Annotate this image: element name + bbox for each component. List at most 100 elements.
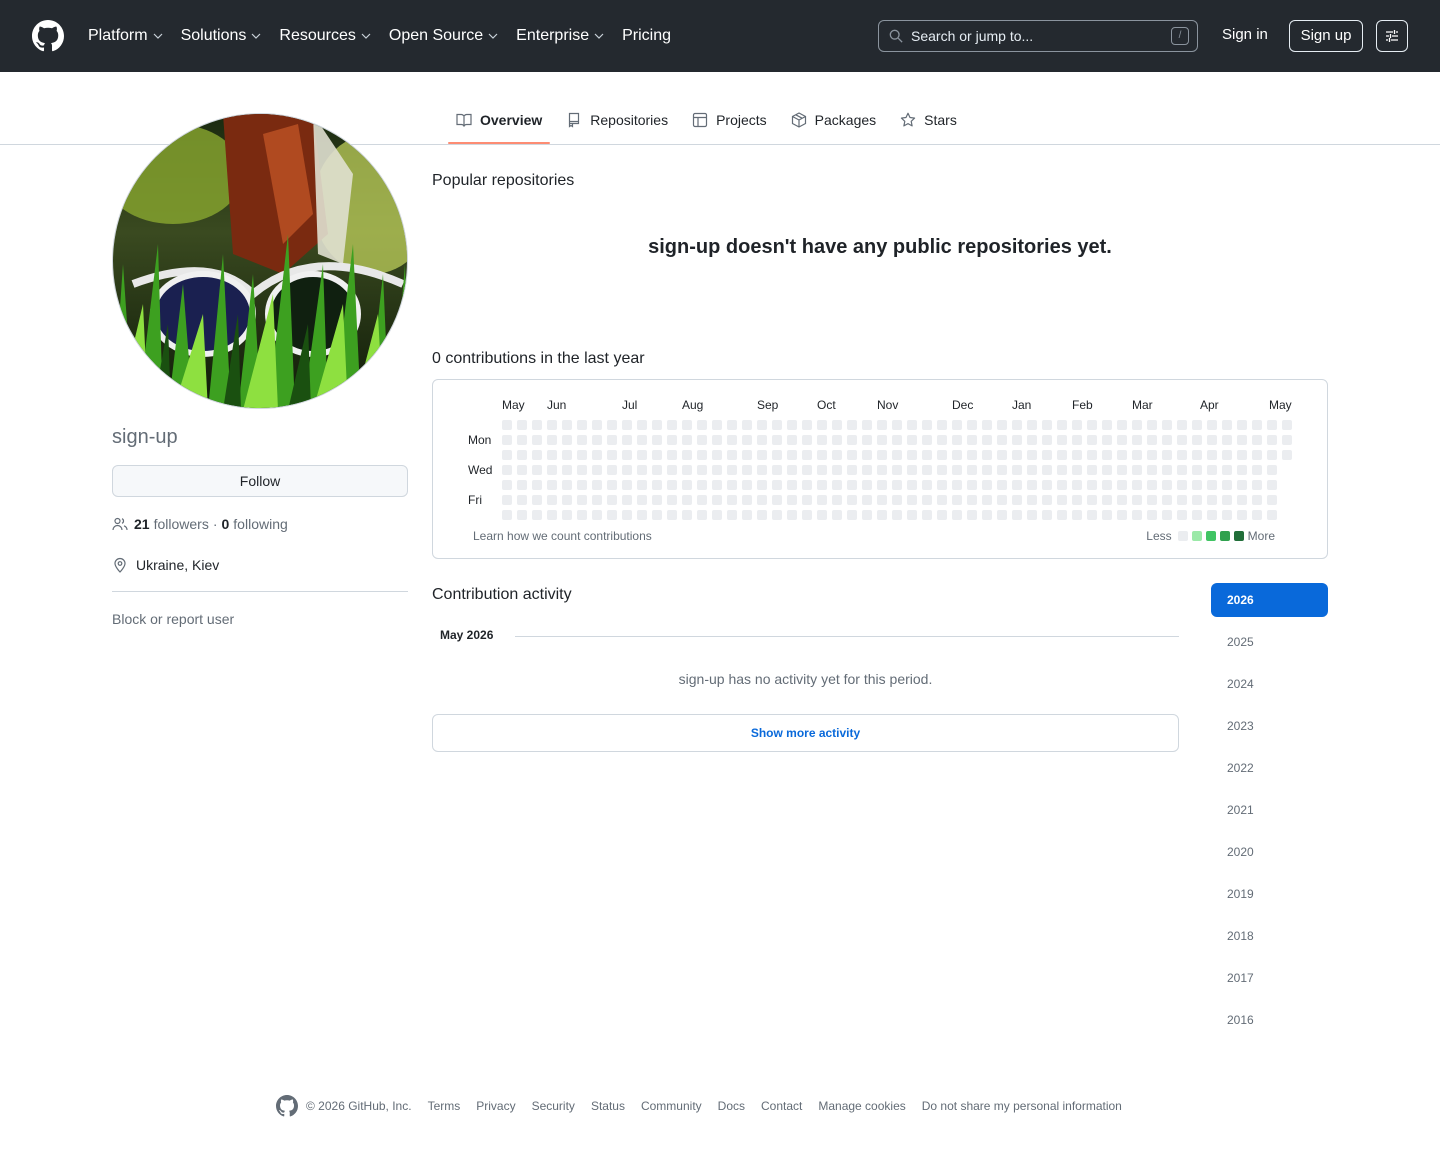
year-link-2019[interactable]: 2019 (1211, 877, 1328, 911)
contribution-day-cell[interactable] (1222, 510, 1232, 520)
contribution-day-cell[interactable] (1237, 510, 1247, 520)
contribution-day-cell[interactable] (907, 435, 917, 445)
contribution-day-cell[interactable] (1042, 420, 1052, 430)
contribution-day-cell[interactable] (652, 420, 662, 430)
contribution-day-cell[interactable] (1042, 480, 1052, 490)
contribution-day-cell[interactable] (1222, 480, 1232, 490)
contribution-day-cell[interactable] (562, 450, 572, 460)
contribution-day-cell[interactable] (937, 480, 947, 490)
contribution-day-cell[interactable] (952, 450, 962, 460)
contribution-day-cell[interactable] (742, 510, 752, 520)
contribution-day-cell[interactable] (1012, 465, 1022, 475)
contribution-day-cell[interactable] (1267, 450, 1277, 460)
contribution-day-cell[interactable] (1132, 480, 1142, 490)
contribution-day-cell[interactable] (877, 465, 887, 475)
contribution-day-cell[interactable] (577, 465, 587, 475)
contribution-day-cell[interactable] (1012, 510, 1022, 520)
contribution-day-cell[interactable] (682, 465, 692, 475)
contribution-day-cell[interactable] (1162, 480, 1172, 490)
contribution-day-cell[interactable] (637, 480, 647, 490)
contribution-day-cell[interactable] (802, 480, 812, 490)
contribution-day-cell[interactable] (1072, 480, 1082, 490)
contribution-day-cell[interactable] (1072, 495, 1082, 505)
contribution-day-cell[interactable] (1252, 450, 1262, 460)
show-more-activity-button[interactable]: Show more activity (432, 714, 1179, 752)
contribution-day-cell[interactable] (1102, 465, 1112, 475)
contribution-day-cell[interactable] (562, 495, 572, 505)
contribution-day-cell[interactable] (937, 465, 947, 475)
contribution-day-cell[interactable] (547, 465, 557, 475)
contribution-day-cell[interactable] (757, 510, 767, 520)
contribution-day-cell[interactable] (997, 495, 1007, 505)
contribution-day-cell[interactable] (1207, 420, 1217, 430)
contribution-day-cell[interactable] (712, 510, 722, 520)
contribution-day-cell[interactable] (817, 465, 827, 475)
contribution-day-cell[interactable] (982, 435, 992, 445)
contribution-day-cell[interactable] (727, 450, 737, 460)
contribution-day-cell[interactable] (577, 495, 587, 505)
contribution-day-cell[interactable] (907, 480, 917, 490)
contribution-day-cell[interactable] (832, 465, 842, 475)
contribution-day-cell[interactable] (607, 465, 617, 475)
contribution-day-cell[interactable] (1177, 510, 1187, 520)
contribution-day-cell[interactable] (1222, 420, 1232, 430)
contribution-day-cell[interactable] (892, 435, 902, 445)
contribution-day-cell[interactable] (787, 435, 797, 445)
contribution-day-cell[interactable] (532, 510, 542, 520)
contribution-day-cell[interactable] (712, 480, 722, 490)
contribution-day-cell[interactable] (1237, 435, 1247, 445)
contribution-day-cell[interactable] (1102, 480, 1112, 490)
contribution-day-cell[interactable] (1207, 495, 1217, 505)
contribution-day-cell[interactable] (562, 420, 572, 430)
contribution-day-cell[interactable] (1207, 465, 1217, 475)
year-link-2022[interactable]: 2022 (1211, 751, 1328, 785)
footer-link-community[interactable]: Community (641, 1099, 702, 1113)
contribution-day-cell[interactable] (532, 450, 542, 460)
contribution-day-cell[interactable] (772, 420, 782, 430)
contribution-day-cell[interactable] (1252, 465, 1262, 475)
contribution-day-cell[interactable] (832, 420, 842, 430)
contribution-day-cell[interactable] (1222, 495, 1232, 505)
contribution-day-cell[interactable] (727, 480, 737, 490)
contribution-day-cell[interactable] (847, 510, 857, 520)
contribution-day-cell[interactable] (907, 450, 917, 460)
contribution-day-cell[interactable] (1192, 450, 1202, 460)
contribution-day-cell[interactable] (502, 495, 512, 505)
contribution-day-cell[interactable] (712, 450, 722, 460)
nav-resources[interactable]: Resources (279, 27, 371, 45)
contribution-day-cell[interactable] (1177, 480, 1187, 490)
contribution-day-cell[interactable] (607, 420, 617, 430)
search-input[interactable]: Search or jump to... / (878, 20, 1198, 52)
contribution-day-cell[interactable] (772, 435, 782, 445)
contribution-day-cell[interactable] (1072, 510, 1082, 520)
contribution-day-cell[interactable] (1237, 450, 1247, 460)
contribution-day-cell[interactable] (757, 435, 767, 445)
contribution-day-cell[interactable] (697, 420, 707, 430)
contribution-day-cell[interactable] (967, 465, 977, 475)
contribution-day-cell[interactable] (1057, 495, 1067, 505)
contribution-day-cell[interactable] (607, 435, 617, 445)
contribution-day-cell[interactable] (1042, 435, 1052, 445)
contribution-day-cell[interactable] (952, 480, 962, 490)
contribution-day-cell[interactable] (1057, 435, 1067, 445)
contribution-day-cell[interactable] (1132, 495, 1142, 505)
contribution-day-cell[interactable] (1267, 435, 1277, 445)
contribution-day-cell[interactable] (727, 420, 737, 430)
contribution-day-cell[interactable] (1252, 420, 1262, 430)
contribution-day-cell[interactable] (907, 420, 917, 430)
contribution-day-cell[interactable] (1147, 420, 1157, 430)
tab-packages[interactable]: Packages (783, 96, 884, 144)
contribution-day-cell[interactable] (1102, 450, 1112, 460)
contribution-day-cell[interactable] (772, 465, 782, 475)
contribution-day-cell[interactable] (1102, 420, 1112, 430)
contribution-day-cell[interactable] (922, 450, 932, 460)
contribution-day-cell[interactable] (847, 465, 857, 475)
contribution-day-cell[interactable] (697, 480, 707, 490)
contribution-day-cell[interactable] (1282, 450, 1292, 460)
contribution-day-cell[interactable] (832, 480, 842, 490)
contribution-day-cell[interactable] (997, 435, 1007, 445)
contribution-day-cell[interactable] (1267, 465, 1277, 475)
contribution-day-cell[interactable] (1237, 465, 1247, 475)
contribution-day-cell[interactable] (787, 510, 797, 520)
nav-solutions[interactable]: Solutions (181, 27, 262, 45)
